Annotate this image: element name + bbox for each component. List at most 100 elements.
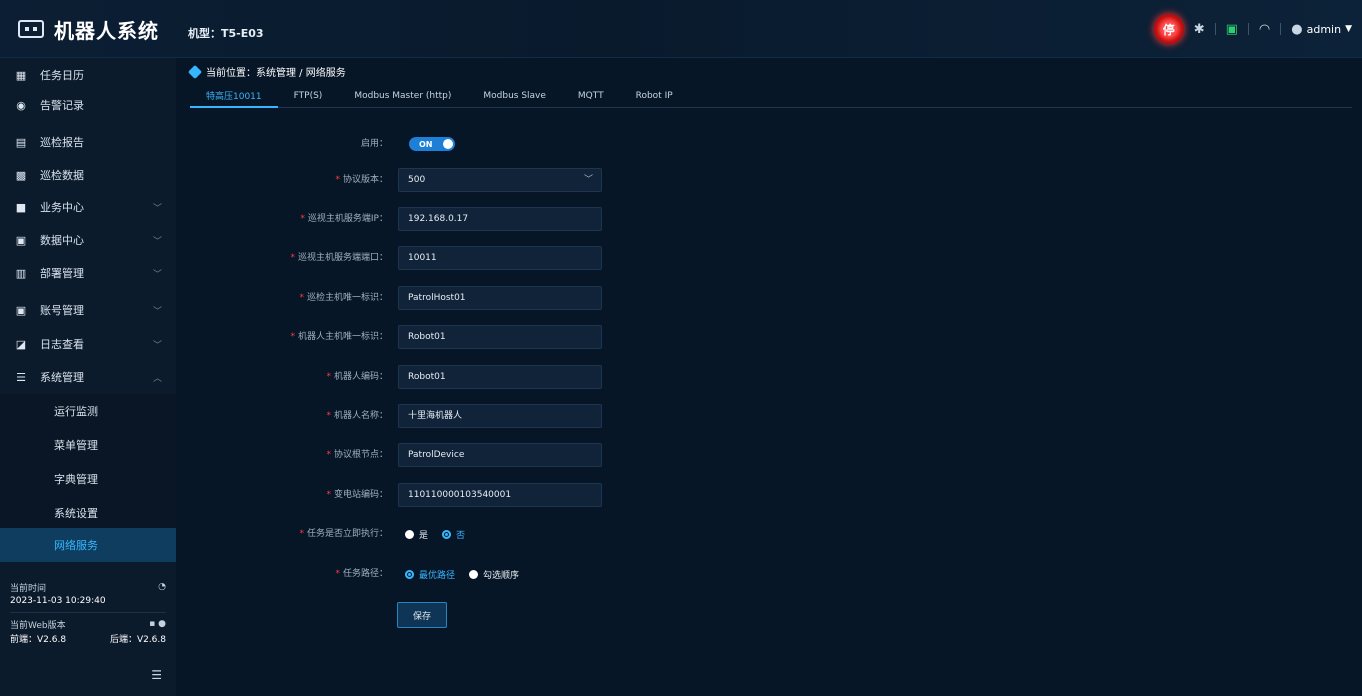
host-id-input[interactable]: PatrolHost01: [398, 286, 602, 310]
required-mark: *: [335, 569, 340, 579]
sidebar-item-data-center[interactable]: ▣ 数据中心 ﹀: [0, 223, 176, 257]
network-service-form: 启用： ON * 协议版本： 500 ﹀ * 巡视主机服务端IP： 192.168.…: [176, 58, 1362, 696]
sidebar-sub-menu-management[interactable]: 菜单管理: [0, 428, 176, 462]
robot-name-label: * 机器人名称：: [326, 404, 388, 428]
required-mark: *: [290, 332, 295, 342]
label-text: 巡检主机唯一标识：: [306, 293, 388, 303]
required-mark: *: [326, 450, 331, 460]
robot-name-input[interactable]: 十里海机器人: [398, 404, 602, 428]
app-title: 机器人系统: [54, 18, 159, 43]
battery-icon[interactable]: ▣: [1226, 22, 1238, 37]
sidebar-item-label: 巡检报告: [40, 136, 84, 149]
radio-dot: [469, 569, 479, 579]
select-value: 500: [408, 175, 426, 185]
system-info: 当前时间 ◔ 2023-11-03 10:29:40 当前Web版本 ▪ ● 前…: [0, 580, 176, 645]
save-button[interactable]: 保存: [397, 602, 447, 628]
label-text: 任务路径：: [342, 569, 388, 579]
label-text: 协议根节点：: [333, 450, 388, 460]
sidebar-sub-network-service[interactable]: 网络服务: [0, 528, 176, 562]
wifi-icon[interactable]: ◠: [1259, 22, 1270, 37]
chevron-down-icon: ﹀: [583, 175, 593, 185]
required-mark: *: [299, 529, 304, 539]
collapse-menu-icon[interactable]: ☰: [151, 668, 162, 682]
header-divider: [1247, 23, 1249, 35]
chevron-down-icon: ﹀: [152, 203, 162, 214]
sidebar-item-label: 账号管理: [40, 304, 84, 317]
protocol-version-label: * 协议版本：: [335, 168, 388, 192]
account-icon: ▣: [15, 303, 27, 317]
task-path-radios: 最优路径 勾选顺序: [405, 562, 519, 586]
station-code-label: * 变电站编码：: [326, 483, 388, 507]
user-name: admin: [1306, 22, 1342, 36]
sidebar-item-alarm-records[interactable]: ◉ 告警记录: [0, 88, 176, 122]
root-node-label: * 协议根节点：: [326, 443, 388, 467]
header-actions: 停 ✱ ▣ ◠ ● admin ▼: [1153, 14, 1352, 44]
radio-label: 最优路径: [419, 570, 456, 581]
sidebar-item-label: 告警记录: [40, 99, 84, 112]
data-icon: ▩: [15, 168, 27, 182]
required-mark: *: [335, 175, 340, 185]
alarm-icon: ◉: [16, 98, 26, 112]
root-node-input[interactable]: PatrolDevice: [398, 443, 602, 467]
enable-label: 启用：: [360, 139, 388, 149]
radio-path-optimal[interactable]: 最优路径: [405, 568, 455, 581]
log-icon: ◪: [15, 337, 27, 351]
sidebar-item-label: 巡检数据: [40, 169, 84, 182]
immediate-execution-radios: 是 否: [405, 522, 465, 546]
required-mark: *: [299, 293, 304, 303]
sidebar-item-label: 数据中心: [40, 234, 84, 247]
immediate-execution-label: * 任务是否立即执行：: [299, 522, 388, 546]
robot-code-input[interactable]: Robot01: [398, 365, 602, 389]
enable-toggle[interactable]: ON: [409, 137, 455, 151]
folder-icon: ■: [15, 200, 27, 214]
task-path-row: * 任务路径： 最优路径 勾选顺序: [176, 562, 876, 586]
robot-code-row: * 机器人编码： Robot01: [176, 365, 876, 389]
station-code-input[interactable]: 110110000103540001: [398, 483, 602, 507]
label-text: 巡视主机服务端IP：: [307, 214, 388, 224]
station-code-row: * 变电站编码： 110110000103540001: [176, 483, 876, 507]
server-port-input[interactable]: 10011: [398, 246, 602, 270]
sidebar-item-label: 任务日历: [40, 69, 84, 82]
user-menu[interactable]: ● admin ▼: [1291, 22, 1352, 37]
top-header: 机器人系统 机型：T5-E03 停 ✱ ▣ ◠ ● admin ▼: [0, 0, 1362, 58]
radio-immediate-no[interactable]: 否: [442, 528, 465, 541]
host-id-row: * 巡检主机唯一标识： PatrolHost01: [176, 286, 876, 310]
sidebar-item-label: 业务中心: [40, 201, 84, 214]
robot-model: 机型：T5-E03: [188, 27, 264, 40]
bug-icon[interactable]: ✱: [1194, 22, 1205, 37]
host-id-label: * 巡检主机唯一标识：: [299, 286, 388, 310]
system-icon: ☰: [16, 370, 26, 384]
label-text: 机器人名称：: [333, 411, 388, 421]
report-icon: ▤: [15, 135, 27, 149]
logo: 机器人系统: [0, 0, 180, 58]
sidebar-item-label: 系统管理: [40, 371, 84, 384]
sidebar-item-deploy-management[interactable]: ▥ 部署管理 ﹀: [0, 256, 176, 290]
radio-label: 是: [419, 530, 429, 541]
deploy-icon: ▥: [15, 266, 27, 280]
server-ip-row: * 巡视主机服务端IP： 192.168.0.17: [176, 207, 876, 231]
sidebar-sub-runtime-monitor[interactable]: 运行监测: [0, 394, 176, 428]
sidebar-item-business-center[interactable]: ■ 业务中心 ﹀: [0, 190, 176, 224]
server-port-label: * 巡视主机服务端端口：: [290, 246, 388, 270]
toggle-state: ON: [419, 139, 433, 149]
radio-immediate-yes[interactable]: 是: [405, 528, 428, 541]
sidebar-item-account-management[interactable]: ▣ 账号管理 ﹀: [0, 293, 176, 327]
protocol-version-select[interactable]: 500 ﹀: [398, 168, 602, 192]
robot-host-id-label: * 机器人主机唯一标识：: [290, 325, 388, 349]
server-ip-input[interactable]: 192.168.0.17: [398, 207, 602, 231]
sidebar-item-log-view[interactable]: ◪ 日志查看 ﹀: [0, 327, 176, 361]
sidebar-item-patrol-report[interactable]: ▤ 巡检报告: [0, 125, 176, 159]
sidebar-item-patrol-data[interactable]: ▩ 巡检数据: [0, 158, 176, 192]
monitor-icon: ▣: [15, 233, 27, 247]
sidebar-sub-system-settings[interactable]: 系统设置: [0, 496, 176, 530]
sidebar-item-task-calendar[interactable]: ▦ 任务日历: [0, 58, 176, 92]
sidebar-item-system-management[interactable]: ☰ 系统管理 ︿: [0, 360, 176, 394]
radio-path-checked-order[interactable]: 勾选顺序: [469, 568, 519, 581]
sidebar-sub-dictionary-management[interactable]: 字典管理: [0, 462, 176, 496]
calendar-icon: ▦: [15, 68, 27, 82]
emergency-stop-button[interactable]: 停: [1153, 14, 1184, 44]
header-divider: [1214, 23, 1216, 35]
version-icons: ▪ ●: [149, 619, 166, 629]
robot-host-id-input[interactable]: Robot01: [398, 325, 602, 349]
root-node-row: * 协议根节点： PatrolDevice: [176, 443, 876, 467]
